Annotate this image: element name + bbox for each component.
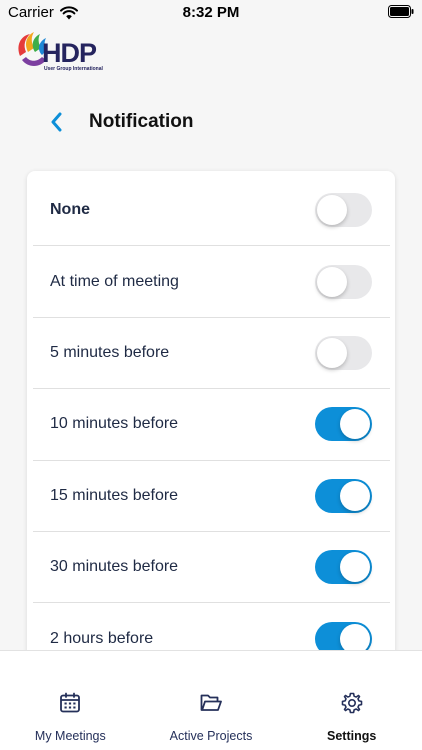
- toggle-switch[interactable]: [315, 407, 372, 442]
- battery-icon: [388, 5, 414, 18]
- option-label: 30 minutes before: [50, 558, 179, 576]
- option-label: 2 hours before: [50, 629, 154, 647]
- screen: Carrier 8:32 PM HDP User Group Internati…: [0, 0, 422, 750]
- tab-label: Settings: [327, 729, 377, 743]
- status-bar: Carrier 8:32 PM: [0, 0, 422, 24]
- toggle-switch[interactable]: [315, 264, 372, 299]
- logo-tagline: User Group International: [44, 66, 103, 72]
- gear-icon: [341, 692, 362, 714]
- tab-label: My Meetings: [34, 729, 106, 743]
- toggle-knob: [340, 480, 370, 511]
- notification-options-card: None At time of meeting 5 minutes before…: [27, 171, 395, 691]
- option-row-10-minutes[interactable]: 10 minutes before: [33, 389, 390, 461]
- option-row-none[interactable]: None: [33, 175, 390, 247]
- toggle-knob: [340, 552, 370, 583]
- chevron-left-icon: [51, 112, 62, 132]
- toggle-knob: [317, 195, 347, 226]
- tab-my-meetings[interactable]: My Meetings: [0, 651, 141, 750]
- page-title: Notification: [89, 111, 194, 132]
- tab-active-projects[interactable]: Active Projects: [141, 651, 282, 750]
- logo-wordmark: HDP: [42, 38, 97, 68]
- option-row-15-minutes[interactable]: 15 minutes before: [33, 461, 390, 532]
- option-label: None: [50, 201, 90, 219]
- clock: 8:32 PM: [182, 4, 240, 21]
- toggle-switch[interactable]: [315, 550, 372, 585]
- option-label: 10 minutes before: [50, 415, 179, 433]
- option-label: At time of meeting: [50, 272, 179, 290]
- tab-label: Active Projects: [169, 729, 253, 743]
- toggle-switch[interactable]: [315, 193, 372, 228]
- option-label: 15 minutes before: [50, 486, 179, 504]
- bottom-tab-bar: My Meetings Active Projects Settings: [0, 650, 422, 750]
- folder-icon: [200, 694, 222, 711]
- option-row-30-minutes[interactable]: 30 minutes before: [33, 532, 390, 604]
- toggle-knob: [317, 337, 347, 368]
- toggle-switch[interactable]: [315, 335, 372, 370]
- toggle-knob: [340, 409, 370, 440]
- tab-settings[interactable]: Settings: [281, 651, 422, 750]
- calendar-icon: [60, 692, 81, 713]
- option-row-at-time-of-meeting[interactable]: At time of meeting: [33, 246, 390, 318]
- option-label: 5 minutes before: [50, 343, 170, 361]
- toggle-switch[interactable]: [315, 478, 372, 513]
- option-row-5-minutes[interactable]: 5 minutes before: [33, 318, 390, 390]
- toggle-knob: [317, 266, 347, 297]
- back-button[interactable]: [44, 110, 68, 134]
